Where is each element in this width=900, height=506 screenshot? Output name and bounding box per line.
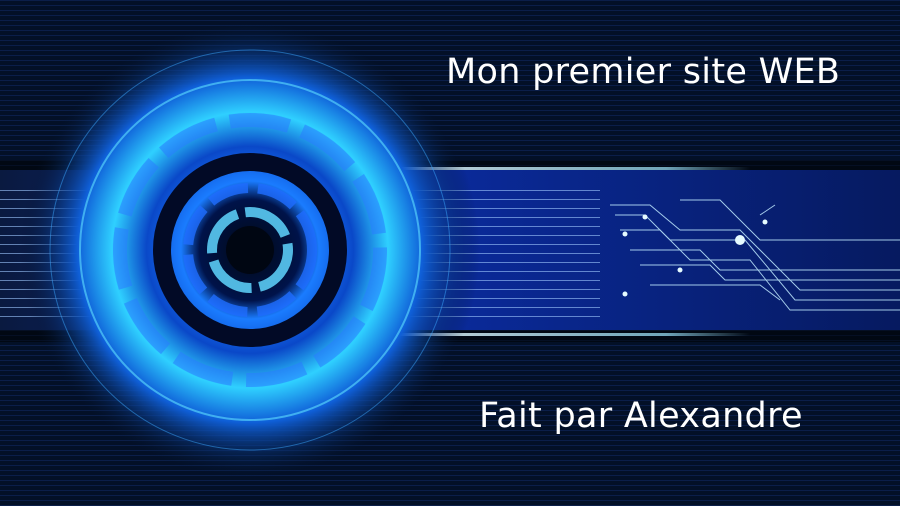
background-stripe <box>0 0 900 1</box>
background-stripe <box>0 500 900 501</box>
background-stripe <box>0 455 900 456</box>
background-stripe <box>0 35 900 36</box>
background-stripe <box>0 470 900 471</box>
background-stripe <box>0 30 900 31</box>
background-stripe <box>0 495 900 496</box>
background-stripe <box>0 480 900 481</box>
background-stripe <box>0 450 900 451</box>
background-stripe <box>0 45 900 46</box>
background-stripe <box>0 25 900 26</box>
background-stripe <box>0 20 900 21</box>
background-stripe <box>0 490 900 491</box>
background-stripe <box>0 465 900 466</box>
background-stripe <box>0 460 900 461</box>
slide-title: Mon premier site WEB <box>446 52 841 92</box>
slide-subtitle: Fait par Alexandre <box>479 396 803 436</box>
background-stripe <box>0 5 900 6</box>
background-stripe <box>0 10 900 11</box>
background-stripe <box>0 475 900 476</box>
background-stripe <box>0 40 900 41</box>
background-stripe <box>0 15 900 16</box>
background-stripe <box>0 485 900 486</box>
